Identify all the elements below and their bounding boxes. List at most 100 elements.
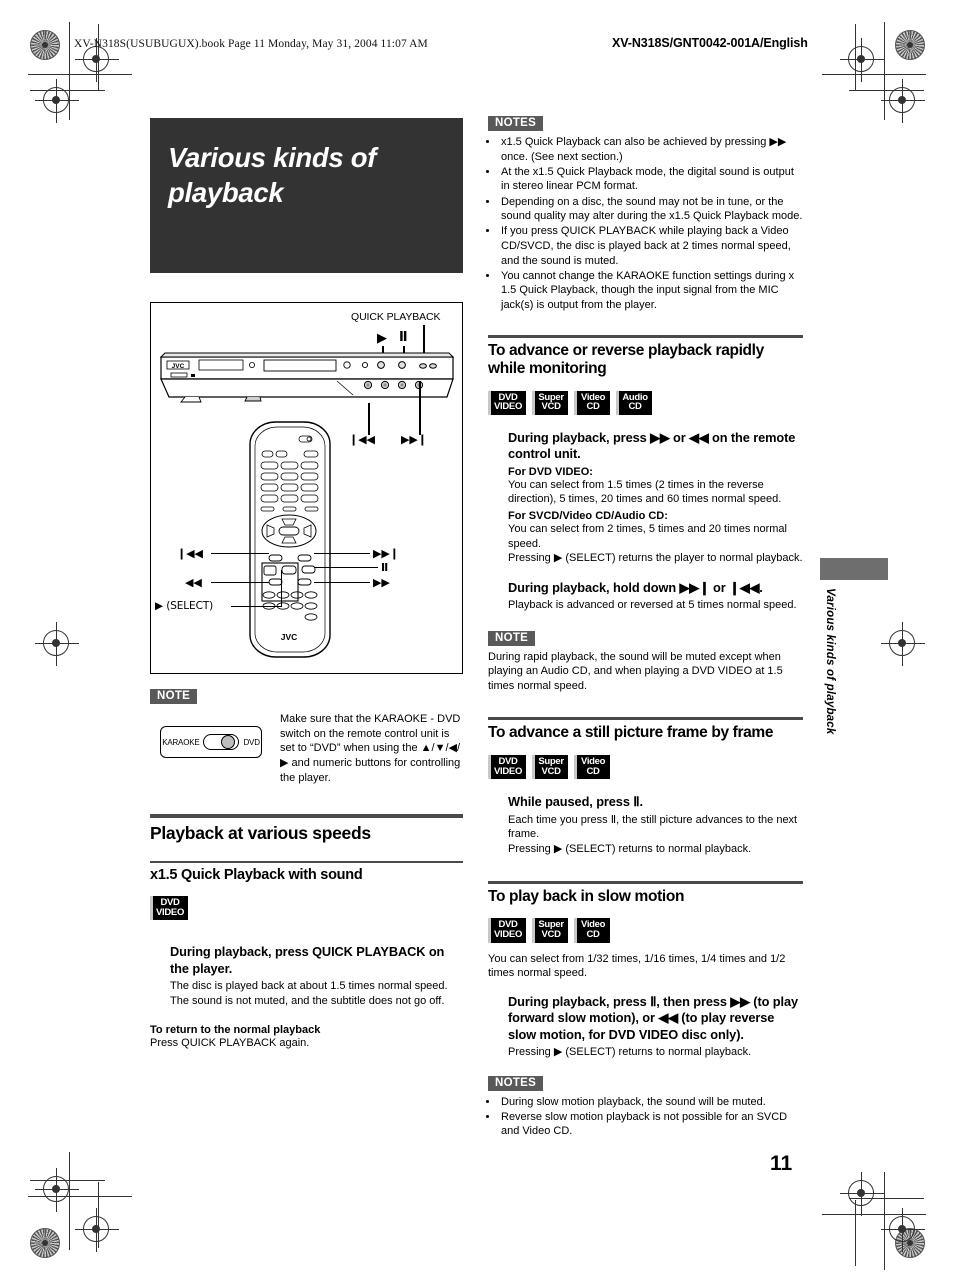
badge-line-2: CD	[586, 765, 600, 777]
document-header: XV-N318S/GNT0042-001A/English	[612, 36, 808, 50]
registration-mark-right-middle	[881, 622, 925, 666]
instruction-quick-playback: During playback, press QUICK PLAYBACK on…	[170, 944, 463, 1008]
note-item: During slow motion playback, the sound w…	[499, 1095, 803, 1110]
note-tag: NOTE	[150, 689, 198, 704]
callout-play-symbol: ▶	[377, 331, 387, 346]
remote-control-illustration: JVC	[236, 418, 346, 668]
disc-badges-slow: DVD VIDEO Super VCD Video CD	[488, 918, 803, 944]
subsection-heading-text: x1.5 Quick Playback with sound	[150, 866, 363, 883]
karaoke-switch-left-label: KARAOKE	[162, 737, 200, 747]
registration-star-top-right	[895, 30, 925, 60]
document-page: XV-N318S(USUBUGUX).book Page 11 Monday, …	[0, 0, 954, 1287]
instruction-frame-by-frame: While paused, press Ⅱ. Each time you pre…	[508, 794, 803, 856]
badge-line-2: VIDEO	[494, 765, 523, 777]
note-item: Depending on a disc, the sound may not b…	[499, 195, 803, 224]
section-heading-rapid: To advance or reverse playback rapidly w…	[488, 334, 803, 379]
book-file-line: XV-N318S(USUBUGUX).book Page 11 Monday, …	[74, 38, 428, 50]
registration-star-bottom-left	[30, 1228, 60, 1258]
callout-remote-prev: ❙◀◀	[177, 547, 203, 560]
trim-mark-top-left-h	[28, 74, 132, 75]
body-select-returns: Pressing ▶ (SELECT) returns the player t…	[508, 552, 803, 565]
badge-video-cd: Video CD	[574, 755, 611, 780]
leader-line-remote-rew	[211, 582, 269, 584]
callout-quick-playback: QUICK PLAYBACK	[351, 311, 441, 323]
trim-mark-top-left-h2	[30, 90, 105, 91]
return-heading: To return to the normal playback	[150, 1024, 321, 1037]
karaoke-note-row: KARAOKE DVD Make sure that the KARAOKE -…	[150, 712, 463, 786]
callout-pause-symbol: Ⅱ	[399, 330, 408, 345]
section-heading-playback-speeds: Playback at various speeds	[150, 813, 463, 843]
badge-line-2: CD	[628, 401, 642, 413]
badge-line-2: CD	[586, 401, 600, 413]
page-number: 11	[770, 1152, 793, 1175]
disc-badges-frame: DVD VIDEO Super VCD Video CD	[488, 755, 803, 780]
notes-block-top: NOTES x1.5 Quick Playback can also be ac…	[488, 113, 803, 313]
leader-line-next	[419, 381, 421, 435]
notes-list-top: x1.5 Quick Playback can also be achieved…	[488, 135, 803, 313]
trim-mark-bottom-left-h	[28, 1196, 132, 1197]
badge-line-2: VCD	[541, 928, 561, 940]
karaoke-note-block: NOTE KARAOKE DVD Make sure that the KARA…	[150, 686, 463, 786]
note-body: During rapid playback, the sound will be…	[488, 650, 783, 692]
leader-line-remote-select-v	[281, 570, 283, 607]
leader-line-remote-next	[314, 553, 370, 555]
instruction-slow-motion: During playback, press Ⅱ, then press ▶▶ …	[508, 994, 803, 1060]
registration-star-top-left	[30, 30, 60, 60]
trim-mark-bottom-left-v2	[98, 1182, 99, 1248]
instruction-body-2: The sound is not muted, and the subtitle…	[170, 994, 445, 1007]
trim-mark-bottom-right-v	[884, 1172, 885, 1270]
trim-mark-top-left-v	[69, 22, 70, 120]
callout-prev-symbol: ❙◀◀	[349, 433, 375, 446]
registration-mark-bottom-left	[75, 1208, 119, 1252]
badge-video-cd: Video CD	[574, 390, 611, 416]
section-heading-frame-by-frame: To advance a still picture frame by fram…	[488, 717, 803, 743]
return-body: Press QUICK PLAYBACK again.	[150, 1037, 310, 1050]
subsection-heading-quick-playback: x1.5 Quick Playback with sound	[150, 860, 463, 884]
badge-video-cd: Video CD	[574, 918, 611, 944]
karaoke-dvd-switch-illustration: KARAOKE DVD	[160, 726, 262, 758]
badge-dvd-video: DVD VIDEO	[150, 895, 189, 921]
badge-dvd-video: DVD VIDEO	[488, 390, 527, 416]
badge-dvd-video: DVD VIDEO	[488, 918, 527, 944]
badge-audio-cd: Audio CD	[616, 390, 653, 416]
badge-super-vcd: Super VCD	[532, 390, 569, 416]
badge-line-2: VCD	[541, 401, 561, 413]
disc-badges-quick-playback: DVD VIDEO	[150, 895, 463, 921]
leader-line-remote-select-h	[231, 606, 281, 608]
svg-text:JVC: JVC	[172, 363, 185, 370]
callout-remote-rew: ◀◀	[185, 576, 202, 589]
trim-mark-top-right-h2	[849, 90, 924, 91]
section-heading-text: To advance or reverse playback rapidly w…	[488, 341, 764, 378]
player-front-panel-illustration: JVC	[157, 351, 457, 403]
callout-remote-ff: ▶▶	[373, 576, 390, 589]
instruction-heading: While paused, press Ⅱ.	[508, 794, 643, 810]
leader-line-remote-ff	[314, 582, 370, 584]
trim-mark-bottom-left-h2	[30, 1180, 105, 1181]
side-tab-label: Various kinds of playback	[824, 588, 836, 735]
instruction-body-2: Pressing ▶ (SELECT) returns to normal pl…	[508, 843, 752, 856]
karaoke-switch-right-label: DVD	[243, 737, 260, 747]
callout-remote-pause: Ⅱ	[381, 561, 389, 574]
section-heading-slow-motion: To play back in slow motion	[488, 880, 803, 907]
registration-mark-left-middle	[35, 622, 79, 666]
leader-line-remote-prev	[211, 553, 269, 555]
section-heading-text: To play back in slow motion	[488, 887, 685, 905]
leader-line-prev	[368, 403, 370, 435]
trim-mark-top-right-h	[822, 74, 926, 75]
instruction-heading: During playback, hold down ▶▶❙ or ❙◀◀.	[508, 579, 763, 595]
note-block-rapid: NOTE During rapid playback, the sound wi…	[488, 628, 803, 694]
registration-mark-right-lower	[881, 1208, 925, 1252]
trim-mark-top-right-v2	[855, 24, 856, 90]
trim-mark-bottom-right-h	[822, 1214, 926, 1215]
instruction-heading: During playback, press ▶▶ or ◀◀ on the r…	[508, 430, 796, 462]
body-for-svcd: You can select from 2 times, 5 times and…	[508, 523, 787, 550]
disc-badges-rapid: DVD VIDEO Super VCD Video CD Audio CD	[488, 390, 803, 416]
notes-list-slow: During slow motion playback, the sound w…	[488, 1095, 803, 1139]
trim-mark-bottom-left-v	[69, 1152, 70, 1250]
karaoke-switch-knob	[221, 735, 236, 749]
callout-remote-next: ▶▶❙	[373, 547, 399, 560]
slow-motion-pretext: You can select from 1/32 times, 1/16 tim…	[488, 952, 786, 980]
trim-mark-top-right-v	[884, 22, 885, 120]
badge-super-vcd: Super VCD	[532, 918, 569, 944]
registration-mark-top-right	[840, 38, 884, 82]
